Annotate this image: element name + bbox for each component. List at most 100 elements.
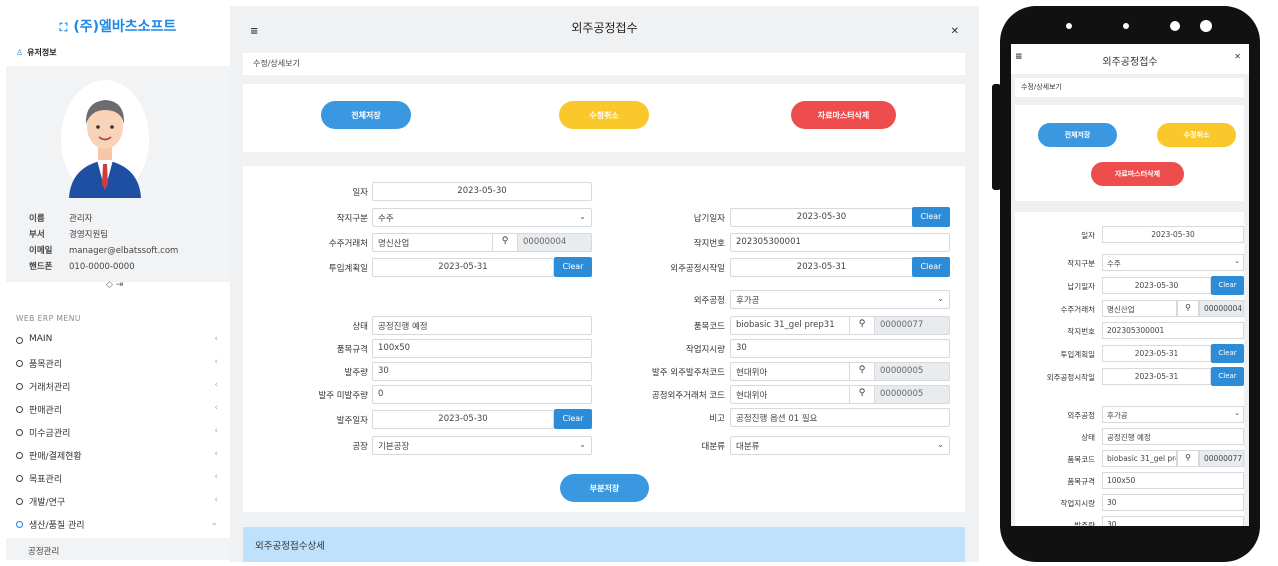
spec-field[interactable]: 100x50	[372, 339, 592, 358]
m-date-field[interactable]: 2023-05-30	[1102, 226, 1244, 243]
m-customer-search-button[interactable]: ⚲	[1177, 300, 1199, 317]
category-select[interactable]: 대분류 ⌄	[730, 436, 950, 455]
menu-label: 품목관리	[29, 360, 63, 370]
chevron-left-icon: ‹	[214, 403, 218, 413]
item-code-field[interactable]: biobasic 31_gel prep31	[730, 316, 850, 335]
m-save-all-button[interactable]: 전체저장	[1038, 123, 1117, 147]
m-work-qty-field[interactable]: 30	[1102, 494, 1244, 511]
delivery-clear-button[interactable]: Clear	[912, 207, 950, 227]
search-icon: ⚲	[1185, 453, 1191, 462]
partial-save-button[interactable]: 부분저장	[560, 474, 649, 502]
factory-select[interactable]: 기본공장 ⌄	[372, 436, 592, 455]
menu-item-sales[interactable]: 판매관리 ‹	[6, 401, 230, 423]
order-type-select[interactable]: 수주 ⌄	[372, 208, 592, 227]
work-no-field[interactable]: 202305300001	[730, 233, 950, 252]
m-breadcrumb: 수정/상세보기	[1015, 78, 1244, 97]
save-all-button[interactable]: 전체저장	[321, 101, 411, 129]
input-plan-field[interactable]: 2023-05-31	[372, 258, 554, 277]
order-qty-field[interactable]: 30	[372, 362, 592, 381]
menu-item-rnd[interactable]: 개발/연구 ‹	[6, 493, 230, 515]
circle-icon	[16, 452, 23, 459]
sidebar: ⛶ (주)엘바츠소프트 ♙ 유저정보 이름 관리자 부서 경영지원팀 이메일 manage…	[6, 6, 230, 562]
menu-item-receivables[interactable]: 미수금관리 ‹	[6, 424, 230, 446]
unorder-qty-field[interactable]: 0	[372, 385, 592, 404]
menu-label: 생산/품질 관리	[29, 521, 85, 531]
m-spec-field[interactable]: 100x50	[1102, 472, 1244, 489]
company-logo[interactable]: ⛶ (주)엘바츠소프트	[6, 16, 230, 36]
m-work-no-field[interactable]: 202305300001	[1102, 322, 1244, 339]
customer-search-button[interactable]: ⚲	[492, 233, 518, 252]
user-profile-panel: 이름 관리자 부서 경영지원팀 이메일 manager@elbatssoft.com …	[6, 66, 230, 282]
menu-label: 목표관리	[29, 475, 63, 485]
detail-header-label: 외주공정접수상세	[255, 541, 325, 552]
spec-label: 품목규격	[336, 345, 368, 355]
remark-field[interactable]: 공정진행 옵션 01 필요	[730, 408, 950, 427]
input-plan-label: 투입계획일	[328, 264, 368, 274]
category-label: 대분류	[701, 442, 725, 452]
item-search-button[interactable]: ⚲	[849, 316, 875, 335]
process-vendor-search-button[interactable]: ⚲	[849, 385, 875, 404]
menu-item-main[interactable]: MAIN ‹	[6, 332, 230, 354]
menu-item-production[interactable]: 생산/품질 관리 ⌄	[6, 516, 230, 538]
m-process-start-field[interactable]: 2023-05-31	[1102, 368, 1211, 385]
m-delivery-field[interactable]: 2023-05-30	[1102, 277, 1211, 294]
theme-drop-icon[interactable]: ◇	[106, 280, 113, 290]
m-process-select[interactable]: 후가공 ⌄	[1102, 406, 1244, 423]
m-status-label: 상태	[1081, 433, 1095, 442]
date-field[interactable]: 2023-05-30	[372, 182, 592, 201]
m-input-plan-clear-button[interactable]: Clear	[1211, 344, 1244, 363]
circle-icon	[16, 383, 23, 390]
delete-master-button[interactable]: 자료마스터삭제	[791, 101, 896, 129]
order-date-field[interactable]: 2023-05-30	[372, 410, 554, 429]
chevron-left-icon: ‹	[214, 495, 218, 505]
menu-item-sales-status[interactable]: 판매/결제현황 ‹	[6, 447, 230, 469]
process-vendor-field[interactable]: 현대위아	[730, 385, 850, 404]
cancel-edit-button[interactable]: 수정취소	[559, 101, 649, 129]
chevron-down-icon: ⌄	[579, 440, 586, 449]
phone-camera	[1200, 20, 1212, 32]
logout-icon[interactable]: ⇥	[116, 280, 124, 290]
m-page-title: 외주공정접수	[1102, 57, 1158, 68]
m-cancel-edit-button[interactable]: 수정취소	[1157, 123, 1236, 147]
m-item-search-button[interactable]: ⚲	[1177, 450, 1199, 467]
customer-field[interactable]: 명신산업	[372, 233, 493, 252]
process-start-field[interactable]: 2023-05-31	[730, 258, 913, 277]
page-title: 외주공정접수	[571, 21, 638, 35]
delivery-label: 납기일자	[693, 214, 725, 224]
order-date-clear-button[interactable]: Clear	[554, 409, 592, 429]
work-qty-field[interactable]: 30	[730, 339, 950, 358]
vendor-search-button[interactable]: ⚲	[849, 362, 875, 381]
vendor-field[interactable]: 현대위아	[730, 362, 850, 381]
m-customer-field[interactable]: 명신산업	[1102, 300, 1177, 317]
order-type-label: 작지구분	[336, 214, 368, 224]
menu-item-goals[interactable]: 목표관리 ‹	[6, 470, 230, 492]
m-process-start-clear-button[interactable]: Clear	[1211, 367, 1244, 386]
m-item-code-field[interactable]: biobasic 31_gel pre	[1102, 450, 1177, 467]
close-icon[interactable]: ✕	[951, 26, 959, 37]
close-icon[interactable]: ✕	[1234, 52, 1241, 61]
menu-item-clients[interactable]: 거래처관리 ‹	[6, 378, 230, 400]
m-status-field[interactable]: 공정진행 예정	[1102, 428, 1244, 445]
user-name-row: 이름 관리자	[29, 212, 92, 224]
search-icon: ⚲	[501, 236, 509, 246]
status-field[interactable]: 공정진행 예정	[372, 316, 592, 335]
circle-icon	[16, 429, 23, 436]
menu-item-items[interactable]: 품목관리 ‹	[6, 355, 230, 377]
m-process-label: 외주공정	[1067, 411, 1095, 420]
m-order-type-select[interactable]: 수주 ⌄	[1102, 254, 1244, 271]
chevron-down-icon: ⌄	[937, 440, 944, 449]
topbar: ≡ 외주공정접수 ✕	[230, 6, 979, 46]
input-plan-clear-button[interactable]: Clear	[554, 257, 592, 277]
submenu-process[interactable]: 공정관리	[6, 538, 230, 560]
user-info-label: 유저정보	[27, 48, 57, 57]
process-vendor-label: 공정외주거래처 코드	[651, 391, 725, 401]
delivery-field[interactable]: 2023-05-30	[730, 208, 913, 227]
m-delete-master-button[interactable]: 자료마스터삭제	[1091, 162, 1184, 186]
vendor-label: 발주 외주발주처코드	[651, 368, 725, 378]
m-order-qty-field[interactable]: 30	[1102, 516, 1244, 526]
process-start-clear-button[interactable]: Clear	[912, 257, 950, 277]
chevron-down-icon: ⌄	[1234, 257, 1240, 265]
m-delivery-clear-button[interactable]: Clear	[1211, 276, 1244, 295]
m-input-plan-field[interactable]: 2023-05-31	[1102, 345, 1211, 362]
process-select[interactable]: 후가공 ⌄	[730, 290, 950, 309]
